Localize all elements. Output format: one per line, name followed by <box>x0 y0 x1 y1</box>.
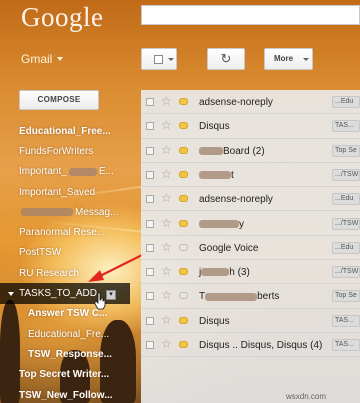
email-row[interactable]: ☆ Google Voice ...Edu <box>141 236 360 261</box>
chevron-down-icon[interactable] <box>57 57 63 61</box>
sidebar-item-messages-redacted[interactable]: Messag... <box>0 202 130 222</box>
importance-marker-icon[interactable] <box>179 268 188 276</box>
label-tag: .../TSW <box>332 168 360 181</box>
hand-cursor-icon <box>94 292 106 310</box>
importance-marker-icon[interactable] <box>179 170 188 178</box>
label-tag: TAS... <box>332 314 360 327</box>
sidebar-item-paranormal-research[interactable]: Paranormal Rese... <box>0 222 130 242</box>
redacted-text <box>201 268 230 277</box>
row-checkbox[interactable] <box>146 122 154 131</box>
sidebar-item-answer-tsw[interactable]: Answer TSW C... <box>0 304 130 324</box>
row-checkbox[interactable] <box>146 316 154 325</box>
redacted-text <box>68 167 97 176</box>
sidebar-item-tsw-new-follow[interactable]: TSW_New_Follow... <box>0 385 130 403</box>
redacted-text <box>199 219 239 228</box>
more-button[interactable]: More <box>264 48 313 70</box>
redacted-text <box>199 171 231 180</box>
watermark: wsxdn.com <box>286 392 327 401</box>
star-icon[interactable]: ☆ <box>161 167 172 181</box>
checkbox-icon <box>154 55 163 64</box>
row-checkbox[interactable] <box>146 170 154 179</box>
star-icon[interactable]: ☆ <box>161 118 172 132</box>
importance-marker-icon[interactable] <box>179 219 188 227</box>
importance-marker-icon[interactable] <box>179 146 188 154</box>
label-tag: .../TSW <box>332 266 360 279</box>
row-checkbox[interactable] <box>146 146 154 155</box>
importance-marker-icon[interactable] <box>179 122 188 130</box>
sidebar-item-posttsw[interactable]: PostTSW <box>0 243 130 263</box>
label-tag: ...Edu <box>332 193 360 206</box>
star-icon[interactable]: ☆ <box>161 191 172 205</box>
sidebar-item-fundsforwriters[interactable]: FundsForWriters <box>0 141 130 161</box>
importance-marker-icon[interactable] <box>179 195 188 203</box>
refresh-button[interactable]: ↻ <box>207 48 245 70</box>
google-logo[interactable]: Google <box>21 2 103 33</box>
label-options-button[interactable]: ▾ <box>106 290 116 300</box>
row-checkbox[interactable] <box>146 341 154 349</box>
star-icon[interactable]: ☆ <box>161 216 172 230</box>
row-checkbox[interactable] <box>146 292 154 301</box>
row-checkbox[interactable] <box>146 268 154 277</box>
email-row[interactable]: ☆ Disqus .. Disqus, Disqus (4) TAS... <box>141 333 360 358</box>
email-list: ☆ adsense-noreply ...Edu ☆ Disqus TAS...… <box>141 90 360 403</box>
compose-button[interactable]: COMPOSE <box>19 90 99 110</box>
row-checkbox[interactable] <box>146 219 154 228</box>
label-tag: ...Edu <box>332 241 360 254</box>
importance-marker-icon[interactable] <box>179 98 188 105</box>
importance-marker-icon[interactable] <box>179 243 188 251</box>
label-tag: .../TSW <box>332 217 360 230</box>
email-row[interactable]: ☆ adsense-noreply ...Edu <box>141 187 360 212</box>
importance-marker-icon[interactable] <box>179 341 188 348</box>
row-checkbox[interactable] <box>146 243 154 252</box>
sidebar-item-tsw-response[interactable]: TSW_Response... <box>0 344 130 364</box>
star-icon[interactable]: ☆ <box>161 337 172 351</box>
importance-marker-icon[interactable] <box>179 316 188 324</box>
sidebar-item-ru-research[interactable]: RU Research <box>0 263 130 283</box>
star-icon[interactable]: ☆ <box>161 264 172 278</box>
chevron-down-icon <box>168 58 174 61</box>
star-icon[interactable]: ☆ <box>161 240 172 254</box>
redacted-text <box>21 208 73 217</box>
row-checkbox[interactable] <box>146 195 154 204</box>
sidebar-item-important-saved[interactable]: Important_Saved <box>0 182 130 202</box>
app-switcher[interactable]: Gmail <box>21 52 52 66</box>
row-checkbox[interactable] <box>146 98 154 106</box>
sidebar-item-important-redacted[interactable]: Important_ E... <box>0 162 130 182</box>
label-tag: TAS... <box>332 339 360 351</box>
label-tag: Top Se <box>332 290 360 303</box>
label-tag: TAS... <box>332 120 360 133</box>
email-row[interactable]: ☆ Disqus TAS... <box>141 309 360 333</box>
redacted-text <box>205 292 258 301</box>
email-row[interactable]: ☆ jh (3) .../TSW <box>141 260 360 285</box>
star-icon[interactable]: ☆ <box>161 143 172 157</box>
select-all-checkbox[interactable] <box>141 48 177 70</box>
sidebar-item-top-secret-writer[interactable]: Top Secret Writer... <box>0 365 130 385</box>
email-row[interactable]: ☆ Tberts Top Se <box>141 284 360 309</box>
chevron-down-icon <box>303 58 309 61</box>
label-tag: Top Se <box>332 144 360 157</box>
email-row[interactable]: ☆ t .../TSW <box>141 163 360 188</box>
label-list: Educational_Free... FundsForWriters Impo… <box>0 121 130 403</box>
email-row[interactable]: ☆ adsense-noreply ...Edu <box>141 90 360 115</box>
importance-marker-icon[interactable] <box>179 292 188 300</box>
redacted-text <box>199 146 223 155</box>
star-icon[interactable]: ☆ <box>161 313 172 327</box>
sidebar-item-educational-free[interactable]: Educational_Free... <box>0 121 130 141</box>
email-row[interactable]: ☆ Disqus TAS... <box>141 114 360 139</box>
sidebar-item-educational-fre[interactable]: Educational_Fre... <box>0 324 130 344</box>
star-icon[interactable]: ☆ <box>161 288 172 302</box>
star-icon[interactable]: ☆ <box>161 94 172 108</box>
email-row[interactable]: ☆ Board (2) Top Se <box>141 139 360 163</box>
email-row[interactable]: ☆ y .../TSW <box>141 212 360 236</box>
label-tag: ...Edu <box>332 96 360 108</box>
search-input[interactable] <box>141 5 360 25</box>
expand-triangle-icon[interactable] <box>8 291 14 296</box>
